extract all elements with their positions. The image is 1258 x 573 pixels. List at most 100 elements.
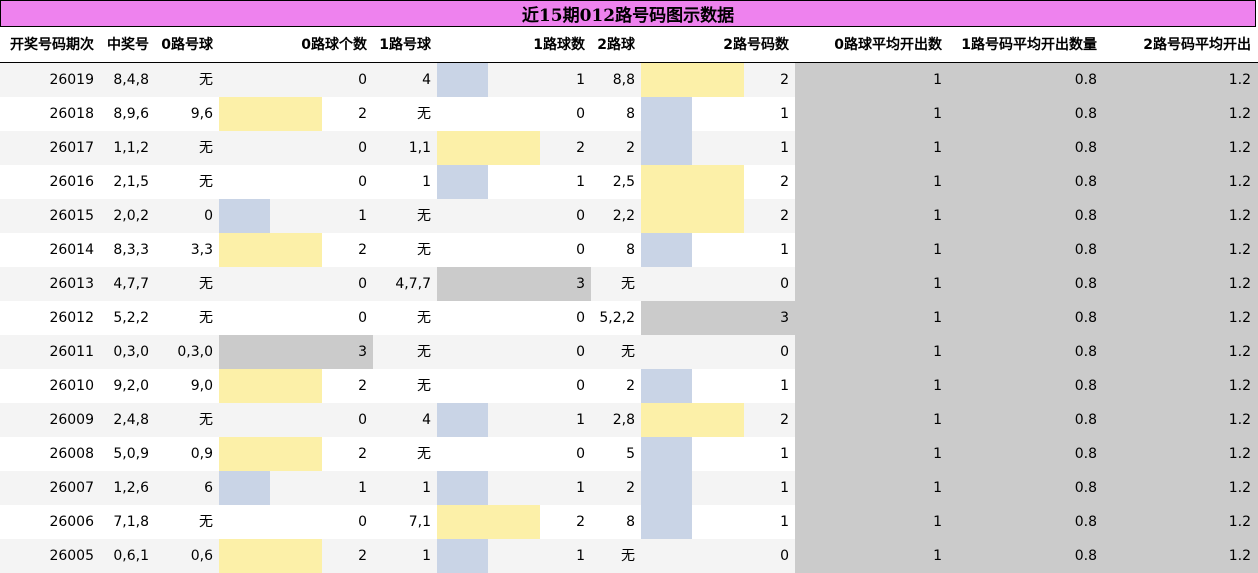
- column-header-6: 2路球: [597, 37, 635, 53]
- cell-road0-count: 0: [358, 140, 367, 156]
- cell-period: 26016: [49, 174, 94, 190]
- cell-period: 26010: [49, 378, 94, 394]
- cell-road0: 0,3,0: [177, 344, 213, 360]
- cell-road1: 无: [417, 446, 431, 462]
- cell-road0-count: 0: [358, 412, 367, 428]
- cell-road2: 5,2,2: [599, 310, 635, 326]
- cell-road0-count: 0: [358, 514, 367, 530]
- cell-road2: 8: [626, 106, 635, 122]
- cell-avg0: 1: [933, 140, 942, 156]
- column-header-0: 开奖号码期次: [10, 37, 94, 53]
- cell-period: 26013: [49, 276, 94, 292]
- cell-avg2: 1.2: [1228, 174, 1251, 190]
- cell-road2-count: 1: [780, 140, 789, 156]
- cell-draw: 2,0,2: [113, 208, 149, 224]
- cell-period: 26019: [49, 72, 94, 88]
- cell-avg0: 1: [933, 174, 942, 190]
- cell-road2-count: 1: [780, 514, 789, 530]
- cell-draw: 2,1,5: [113, 174, 149, 190]
- cell-road0: 0: [204, 208, 213, 224]
- cell-road0: 无: [199, 174, 213, 190]
- cell-road1: 1: [422, 548, 431, 564]
- cell-draw: 8,3,3: [113, 242, 149, 258]
- cell-avg1: 0.8: [1074, 412, 1097, 428]
- cell-avg2: 1.2: [1228, 480, 1251, 496]
- cell-avg1: 0.8: [1074, 310, 1097, 326]
- cell-road1-count: 0: [576, 106, 585, 122]
- cell-avg0: 1: [933, 548, 942, 564]
- chart-title: 近15期012路号码图示数据: [0, 0, 1256, 27]
- cell-road0: 无: [199, 310, 213, 326]
- cell-road2: 8: [626, 514, 635, 530]
- cell-avg1: 0.8: [1074, 344, 1097, 360]
- cell-avg1: 0.8: [1074, 480, 1097, 496]
- cell-road1: 无: [417, 208, 431, 224]
- column-header-8: 0路球平均开出数: [834, 37, 942, 53]
- cell-road1-count: 0: [576, 310, 585, 326]
- column-header-5: 1路球数: [533, 37, 585, 53]
- column-header-10: 2路号码平均开出: [1143, 37, 1251, 53]
- cell-period: 26008: [49, 446, 94, 462]
- cell-road0-count: 2: [358, 106, 367, 122]
- cell-road1-count: 2: [576, 514, 585, 530]
- cell-period: 26007: [49, 480, 94, 496]
- cell-road0-count: 0: [358, 276, 367, 292]
- column-header-1: 中奖号: [107, 37, 149, 53]
- cell-avg0: 1: [933, 242, 942, 258]
- cell-draw: 4,7,7: [113, 276, 149, 292]
- cell-draw: 5,2,2: [113, 310, 149, 326]
- cell-road1: 4: [422, 412, 431, 428]
- cell-road1: 无: [417, 310, 431, 326]
- cell-road2: 无: [621, 548, 635, 564]
- cell-avg2: 1.2: [1228, 242, 1251, 258]
- cell-road0: 9,0: [190, 378, 213, 394]
- cell-road2-count: 2: [780, 412, 789, 428]
- cell-draw: 0,3,0: [113, 344, 149, 360]
- cell-road2-count: 3: [780, 310, 789, 326]
- cell-road1-count: 0: [576, 208, 585, 224]
- cell-road0: 9,6: [190, 106, 213, 122]
- cell-avg0: 1: [933, 276, 942, 292]
- cell-avg0: 1: [933, 344, 942, 360]
- cell-road1-count: 0: [576, 344, 585, 360]
- cell-avg0: 1: [933, 480, 942, 496]
- column-header-2: 0路号球: [161, 37, 213, 53]
- cell-draw: 2,4,8: [113, 412, 149, 428]
- cell-road0: 0,9: [190, 446, 213, 462]
- cell-road1-count: 3: [576, 276, 585, 292]
- cell-road0-count: 3: [358, 344, 367, 360]
- cell-avg1: 0.8: [1074, 514, 1097, 530]
- cell-road2: 2,5: [612, 174, 635, 190]
- cell-avg2: 1.2: [1228, 310, 1251, 326]
- cell-road0: 无: [199, 72, 213, 88]
- column-header-4: 1路号球: [379, 37, 431, 53]
- cell-avg1: 0.8: [1074, 548, 1097, 564]
- cell-road1: 无: [417, 344, 431, 360]
- cell-draw: 7,1,8: [113, 514, 149, 530]
- table-row: 26018 8,9,6 9,6 2 无 0 8 1 1 0.8 1.2: [0, 97, 1258, 131]
- cell-road1-count: 1: [576, 72, 585, 88]
- cell-avg1: 0.8: [1074, 378, 1097, 394]
- cell-road2: 5: [626, 446, 635, 462]
- cell-avg2: 1.2: [1228, 548, 1251, 564]
- cell-avg1: 0.8: [1074, 106, 1097, 122]
- cell-avg0: 1: [933, 378, 942, 394]
- cell-road0: 无: [199, 276, 213, 292]
- cell-road1: 1,1: [408, 140, 431, 156]
- cell-draw: 1,1,2: [113, 140, 149, 156]
- table-row: 26011 0,3,0 0,3,0 3 无 0 无 0 1 0.8 1.2: [0, 335, 1258, 369]
- cell-avg2: 1.2: [1228, 514, 1251, 530]
- table-row: 26005 0,6,1 0,6 2 1 1 无 0 1 0.8 1.2: [0, 539, 1258, 573]
- table-row: 26015 2,0,2 0 1 无 0 2,2 2 1 0.8 1.2: [0, 199, 1258, 233]
- cell-avg0: 1: [933, 310, 942, 326]
- cell-road2: 8,8: [612, 72, 635, 88]
- cell-avg1: 0.8: [1074, 174, 1097, 190]
- table-row: 26010 9,2,0 9,0 2 无 0 2 1 1 0.8 1.2: [0, 369, 1258, 403]
- cell-avg1: 0.8: [1074, 208, 1097, 224]
- cell-avg0: 1: [933, 208, 942, 224]
- cell-road0: 6: [204, 480, 213, 496]
- cell-road1-count: 0: [576, 242, 585, 258]
- cell-avg0: 1: [933, 106, 942, 122]
- cell-road0-count: 2: [358, 548, 367, 564]
- cell-road0: 无: [199, 514, 213, 530]
